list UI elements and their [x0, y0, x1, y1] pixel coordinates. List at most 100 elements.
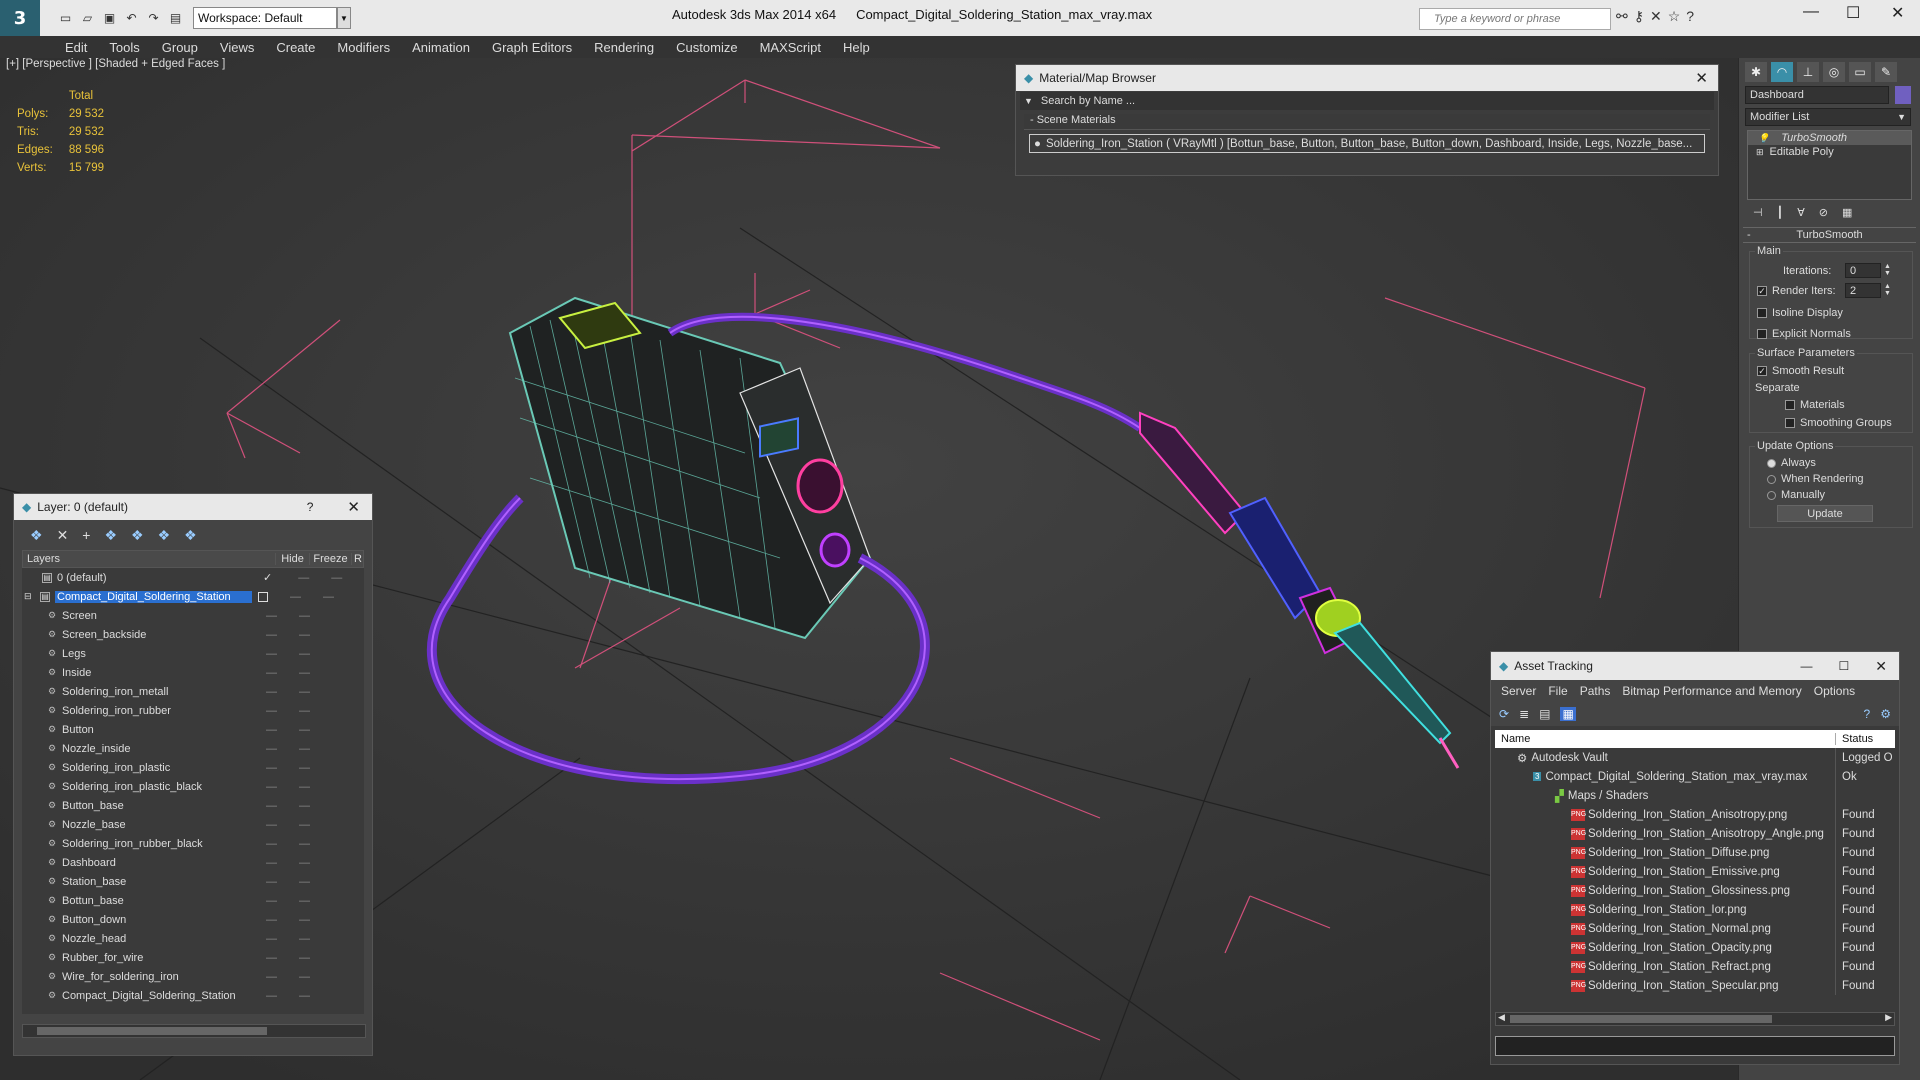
- material-browser-titlebar[interactable]: ◆ Material/Map Browser ✕: [1016, 65, 1718, 91]
- smoothing-groups-row[interactable]: Smoothing Groups: [1785, 417, 1892, 429]
- collapse-icon[interactable]: ⊟: [24, 591, 40, 602]
- new-file-icon[interactable]: ▭: [56, 9, 75, 28]
- freeze-toggle[interactable]: —: [299, 952, 310, 964]
- help-icon[interactable]: ?: [1686, 8, 1694, 25]
- menu-item-maxscript[interactable]: MAXScript: [750, 40, 833, 55]
- undo-icon[interactable]: ↶: [122, 9, 141, 28]
- stack-item-turbosmooth[interactable]: 💡 TurboSmooth: [1748, 131, 1911, 145]
- hide-toggle[interactable]: —: [266, 914, 277, 926]
- hide-toggle[interactable]: —: [266, 800, 277, 812]
- scroll-left-icon[interactable]: ◀: [1498, 1012, 1505, 1023]
- spinner-arrows-icon[interactable]: ▲ ▼: [1884, 263, 1891, 277]
- explicit-normals-row[interactable]: Explicit Normals: [1757, 328, 1851, 340]
- layer-object-row[interactable]: ⚙ Button — —: [22, 720, 364, 739]
- create-tab-icon[interactable]: ✱: [1745, 62, 1767, 82]
- layer-object-row[interactable]: ⚙ Station_base — —: [22, 872, 364, 891]
- freeze-toggle[interactable]: —: [299, 781, 310, 793]
- hide-toggle[interactable]: —: [266, 819, 277, 831]
- render-iters-spinner[interactable]: 2: [1845, 283, 1881, 298]
- hide-toggle[interactable]: —: [266, 895, 277, 907]
- refresh-icon[interactable]: ⟳: [1499, 707, 1509, 721]
- layer-object-row[interactable]: ⚙ Nozzle_base — —: [22, 815, 364, 834]
- layer-object-row[interactable]: ⚙ Inside — —: [22, 663, 364, 682]
- asset-menu-bitmap-performance-and-memory[interactable]: Bitmap Performance and Memory: [1618, 684, 1809, 698]
- freeze-toggle[interactable]: —: [299, 648, 310, 660]
- hide-toggle[interactable]: —: [266, 686, 277, 698]
- add-to-layer-icon[interactable]: +: [82, 527, 90, 543]
- when-rendering-radio[interactable]: [1767, 474, 1776, 484]
- layer-object-row[interactable]: ⚙ Soldering_iron_rubber_black — —: [22, 834, 364, 853]
- manually-radio[interactable]: [1767, 490, 1776, 500]
- maximize-icon[interactable]: ☐: [1846, 3, 1860, 23]
- pin-stack-icon[interactable]: ⊣: [1753, 206, 1763, 219]
- object-color-swatch[interactable]: [1895, 86, 1911, 104]
- scroll-right-icon[interactable]: ▶: [1885, 1012, 1892, 1023]
- update-button[interactable]: Update: [1777, 505, 1873, 522]
- layer-object-row[interactable]: ⚙ Button_base — —: [22, 796, 364, 815]
- motion-tab-icon[interactable]: ◎: [1823, 62, 1845, 82]
- hide-all-icon[interactable]: ❖: [158, 527, 171, 544]
- always-row[interactable]: Always: [1767, 457, 1816, 469]
- freeze-column-header[interactable]: Freeze: [309, 553, 351, 565]
- freeze-toggle[interactable]: —: [299, 705, 310, 717]
- layer-object-row[interactable]: ⚙ Bottun_base — —: [22, 891, 364, 910]
- open-file-icon[interactable]: ▱: [78, 9, 97, 28]
- help-icon[interactable]: ?: [1864, 707, 1871, 721]
- layer-object-row[interactable]: ⚙ Nozzle_inside — —: [22, 739, 364, 758]
- scrollbar-thumb[interactable]: [37, 1027, 267, 1035]
- asset-menu-server[interactable]: Server: [1497, 684, 1544, 698]
- configure-sets-icon[interactable]: ▦: [1842, 206, 1852, 219]
- hold-icon[interactable]: ▤: [166, 9, 185, 28]
- layer-object-row[interactable]: ⚙ Wire_for_soldering_iron — —: [22, 967, 364, 986]
- layers-column-header[interactable]: Layers: [23, 553, 275, 565]
- grid-view-icon[interactable]: ▦: [1560, 707, 1576, 721]
- asset-row-file[interactable]: 3 Compact_Digital_Soldering_Station_max_v…: [1495, 767, 1895, 786]
- layer-row-station[interactable]: ⊟ ▤ Compact_Digital_Soldering_Station — —: [22, 587, 364, 606]
- layer-scrollbar[interactable]: [22, 1024, 366, 1038]
- materials-row[interactable]: Materials: [1785, 399, 1845, 411]
- menu-item-graph-editors[interactable]: Graph Editors: [482, 40, 584, 55]
- freeze-toggle[interactable]: —: [299, 971, 310, 983]
- delete-layer-icon[interactable]: ✕: [57, 527, 69, 544]
- stack-item-editable-poly[interactable]: ⊞ Editable Poly: [1748, 145, 1911, 159]
- freeze-toggle[interactable]: —: [299, 629, 310, 641]
- remove-modifier-icon[interactable]: ⊘: [1819, 206, 1828, 219]
- hide-toggle[interactable]: —: [266, 990, 277, 1002]
- asset-row-map[interactable]: PNG Soldering_Iron_Station_Diffuse.png Fou…: [1495, 843, 1895, 862]
- active-box-icon[interactable]: [258, 591, 268, 602]
- hide-toggle[interactable]: —: [266, 971, 277, 983]
- highlight-layer-icon[interactable]: ❖: [131, 527, 144, 544]
- asset-row-maps[interactable]: ▞ Maps / Shaders: [1495, 786, 1895, 805]
- freeze-toggle[interactable]: —: [299, 838, 310, 850]
- hide-toggle[interactable]: —: [290, 591, 301, 603]
- show-end-result-icon[interactable]: ┃: [1777, 206, 1784, 219]
- binoculars-icon[interactable]: ⚯: [1616, 8, 1628, 25]
- hide-toggle[interactable]: —: [266, 667, 277, 679]
- layer-object-row[interactable]: ⚙ Compact_Digital_Soldering_Station — —: [22, 986, 364, 1005]
- materials-checkbox[interactable]: [1785, 400, 1795, 411]
- iterations-spinner[interactable]: 0: [1845, 263, 1881, 278]
- menu-item-views[interactable]: Views: [210, 40, 266, 55]
- hide-column-header[interactable]: Hide: [275, 553, 309, 565]
- status-column-header[interactable]: Status: [1835, 733, 1873, 745]
- spinner-arrows-icon[interactable]: ▲ ▼: [1884, 283, 1891, 297]
- freeze-toggle[interactable]: —: [323, 591, 334, 603]
- hide-toggle[interactable]: —: [266, 610, 277, 622]
- menu-item-rendering[interactable]: Rendering: [584, 40, 666, 55]
- hide-toggle[interactable]: —: [266, 952, 277, 964]
- asset-scrollbar[interactable]: ◀ ▶: [1495, 1012, 1895, 1026]
- viewport-label[interactable]: [+] [Perspective ] [Shaded + Edged Faces…: [6, 58, 225, 70]
- freeze-all-icon[interactable]: ❖: [184, 527, 197, 544]
- hide-toggle[interactable]: —: [266, 762, 277, 774]
- menu-item-create[interactable]: Create: [266, 40, 327, 55]
- material-search-input[interactable]: ▼ Search by Name ...: [1020, 92, 1714, 110]
- asset-row-map[interactable]: PNG Soldering_Iron_Station_Opacity.png Fou…: [1495, 938, 1895, 957]
- explicit-normals-checkbox[interactable]: [1757, 329, 1767, 340]
- freeze-toggle[interactable]: —: [299, 857, 310, 869]
- close-icon[interactable]: ✕: [1875, 658, 1887, 675]
- isoline-row[interactable]: Isoline Display: [1757, 307, 1843, 319]
- object-name-field[interactable]: Dashboard: [1745, 86, 1889, 104]
- layer-object-row[interactable]: ⚙ Rubber_for_wire — —: [22, 948, 364, 967]
- asset-row-map[interactable]: PNG Soldering_Iron_Station_Normal.png Foun…: [1495, 919, 1895, 938]
- layer-object-row[interactable]: ⚙ Screen — —: [22, 606, 364, 625]
